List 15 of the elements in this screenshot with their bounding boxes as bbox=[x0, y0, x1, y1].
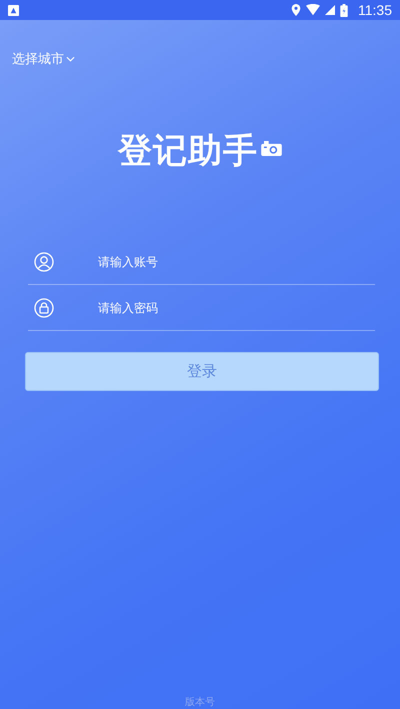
wifi-icon bbox=[306, 4, 320, 16]
camera-icon bbox=[261, 140, 282, 156]
city-selector[interactable]: 选择城市 bbox=[12, 50, 75, 68]
input-field[interactable]: 请输入账号 bbox=[96, 254, 375, 270]
input-field[interactable]: 请输入密码 bbox=[96, 300, 375, 316]
notification-icon bbox=[8, 4, 19, 16]
version-text: 版本号 bbox=[185, 697, 215, 709]
battery-icon bbox=[340, 4, 348, 16]
chevron-down-icon bbox=[66, 56, 75, 62]
lock-icon bbox=[34, 298, 54, 318]
signal-icon bbox=[325, 4, 335, 16]
clock-time: 11:35 bbox=[358, 2, 392, 18]
location-icon bbox=[291, 4, 301, 16]
app-title: 登记助手 bbox=[118, 130, 258, 173]
user-icon bbox=[34, 252, 54, 272]
